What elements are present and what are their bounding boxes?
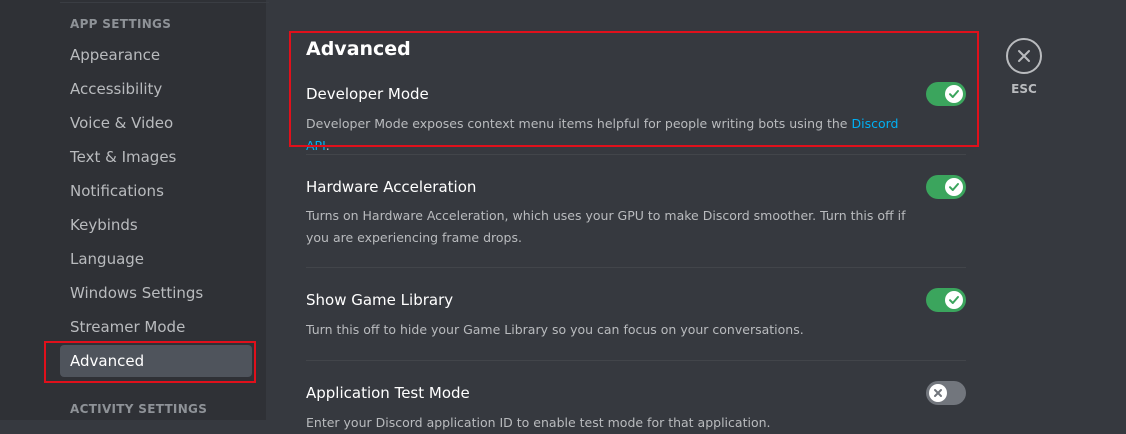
checkmark-icon	[949, 90, 959, 98]
developer-mode-description-text: Developer Mode exposes context menu item…	[306, 116, 852, 131]
sidebar-item-streamer-mode[interactable]: Streamer Mode	[60, 311, 252, 343]
checkmark-icon	[949, 183, 959, 191]
sidebar-item-accessibility[interactable]: Accessibility	[60, 73, 252, 105]
sidebar-item-voice-video[interactable]: Voice & Video	[60, 107, 252, 139]
show-game-library-toggle[interactable]	[926, 288, 966, 312]
divider	[306, 154, 966, 155]
sidebar-item-keybinds[interactable]: Keybinds	[60, 209, 252, 241]
divider	[306, 267, 966, 268]
sidebar-item-language[interactable]: Language	[60, 243, 252, 275]
hardware-acceleration-toggle[interactable]	[926, 175, 966, 199]
hardware-acceleration-description: Turns on Hardware Acceleration, which us…	[306, 208, 906, 245]
esc-label: ESC	[1011, 82, 1037, 96]
x-icon	[934, 389, 942, 397]
page-title: Advanced	[306, 38, 411, 60]
checkmark-icon	[949, 296, 959, 304]
show-game-library-description: Turn this off to hide your Game Library …	[306, 322, 804, 337]
app-settings-header: APP SETTINGS	[70, 17, 172, 31]
sidebar-divider	[60, 2, 269, 3]
show-game-library-title: Show Game Library	[306, 291, 454, 309]
application-test-mode-toggle[interactable]	[926, 381, 966, 405]
developer-mode-toggle[interactable]	[926, 82, 966, 106]
sidebar-item-advanced[interactable]: Advanced	[60, 345, 252, 377]
toggle-knob	[929, 384, 947, 402]
toggle-knob	[945, 291, 963, 309]
developer-mode-description: Developer Mode exposes context menu item…	[306, 113, 916, 157]
sidebar-item-text-images[interactable]: Text & Images	[60, 141, 252, 173]
divider	[306, 360, 966, 361]
application-test-mode-title: Application Test Mode	[306, 384, 470, 402]
toggle-knob	[945, 85, 963, 103]
hardware-acceleration-title: Hardware Acceleration	[306, 178, 477, 196]
activity-settings-header: ACTIVITY SETTINGS	[70, 402, 208, 416]
sidebar-item-windows-settings[interactable]: Windows Settings	[60, 277, 252, 309]
close-button[interactable]	[1006, 38, 1042, 74]
sidebar-item-appearance[interactable]: Appearance	[60, 39, 252, 71]
toggle-knob	[945, 178, 963, 196]
application-test-mode-description: Enter your Discord application ID to ena…	[306, 415, 771, 430]
developer-mode-description-suffix: .	[325, 138, 330, 153]
developer-mode-title: Developer Mode	[306, 85, 429, 103]
settings-sidebar: APP SETTINGS Appearance Accessibility Vo…	[0, 0, 269, 420]
sidebar-item-notifications[interactable]: Notifications	[60, 175, 252, 207]
close-icon	[1018, 50, 1030, 62]
